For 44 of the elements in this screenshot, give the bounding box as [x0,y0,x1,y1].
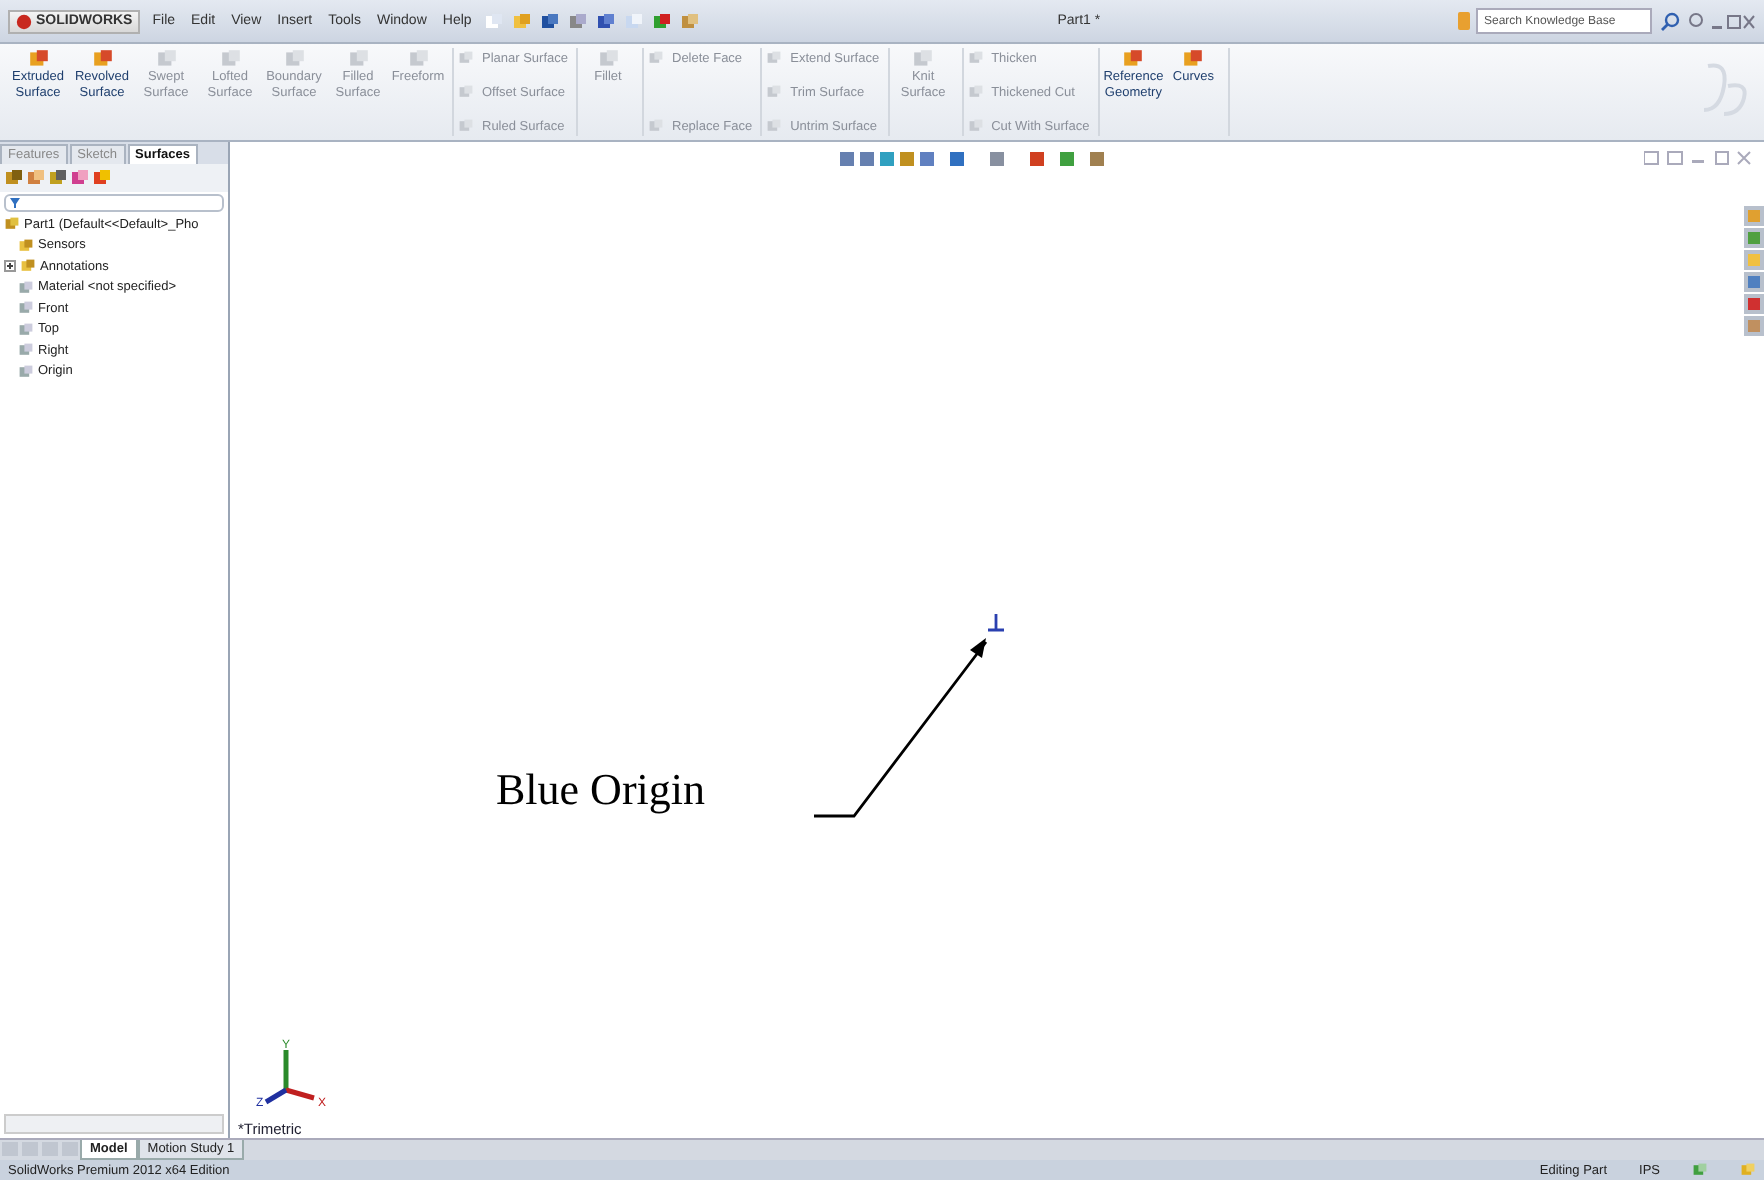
tree-node-icon [18,321,34,338]
surface-tool-icon [912,48,935,70]
callout-text: Blue Origin [496,764,705,816]
logo-icon [16,13,32,29]
surface-tool-icon [766,50,783,66]
task-pane-icons[interactable] [1744,206,1764,342]
window-controls-icon[interactable] [1644,150,1752,166]
surface-tool-icon [967,50,984,66]
surface-tool-icon [766,84,783,100]
surface-tool-icon [766,118,783,134]
surface-tool-icon [91,48,113,70]
filter-icon [10,198,20,208]
window-controls-icon[interactable] [1712,13,1756,29]
surface-tool-icon [407,48,429,70]
surface-tool-icon [458,118,474,134]
surface-tool-icon [219,48,241,70]
axis-triad-drawing [264,1050,315,1105]
surface-tool-icon [155,48,177,70]
tree-node-icon [18,342,34,359]
part-icon [4,216,20,233]
brand-watermark-icon [1700,58,1752,118]
surface-tool-icon [597,48,619,70]
surface-tool-icon [648,50,664,66]
surface-tool-icon [27,48,49,70]
surface-tool-icon [967,118,984,134]
surface-tool-icon [648,118,664,134]
surface-tool-icon [458,50,474,66]
filter-field[interactable] [4,194,224,212]
tree-node-icon [20,258,36,275]
surface-tool-icon [1182,48,1205,70]
horizontal-scrollbar[interactable] [4,1114,224,1134]
search-icon[interactable] [1660,11,1680,31]
origin-icon [986,614,1006,634]
tree-node-icon [18,237,34,254]
surface-tool-icon [1122,48,1145,70]
surface-tool-icon [283,48,305,70]
surface-tool-icon [967,84,984,100]
expand-icon[interactable] [4,260,16,273]
tree-node-icon [18,300,34,317]
tree-node-icon [18,363,34,380]
surface-tool-icon [458,84,474,100]
view-toolbar-icons[interactable] [840,150,1110,168]
tree-node-icon [18,279,34,296]
surface-tool-icon [347,48,369,70]
